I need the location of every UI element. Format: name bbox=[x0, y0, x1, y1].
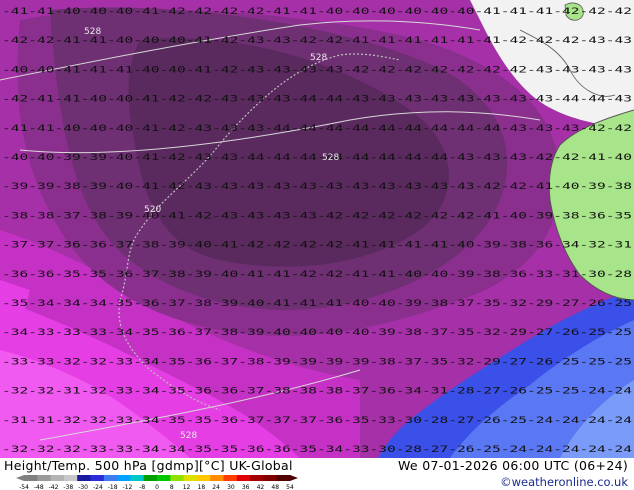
legend-swatch bbox=[143, 475, 158, 481]
temp-label-row: -31-31-32-32-33-34-35-35-36-37-37-37-36-… bbox=[2, 416, 632, 426]
legend-arrow-right bbox=[290, 475, 298, 481]
temp-label-row: -40-40-39-39-40-41-42-43-43-44-44-44-44-… bbox=[2, 153, 632, 163]
contour-height-label: 528 bbox=[322, 153, 339, 163]
legend-tick-label: 30 bbox=[227, 484, 235, 490]
legend-swatch bbox=[90, 475, 105, 481]
temp-label-row: -42-41-41-40-40-41-42-42-43-43-43-44-44-… bbox=[2, 95, 632, 105]
temp-label-row: -32-32-32-33-33-34-34-35-35-36-36-35-34-… bbox=[2, 445, 632, 455]
legend-swatch bbox=[236, 475, 251, 481]
legend-tick-label: 54 bbox=[286, 484, 294, 490]
legend-swatch bbox=[37, 475, 52, 481]
legend-tick-label: -42 bbox=[49, 484, 59, 490]
temp-label-row: -42-42-41-41-40-40-40-41-42-43-43-42-42-… bbox=[2, 36, 632, 46]
temp-label-row: -33-33-32-32-33-34-35-36-37-38-39-39-39-… bbox=[2, 357, 632, 367]
footer: Height/Temp. 500 hPa [gdmp][°C] UK-Globa… bbox=[0, 458, 634, 490]
temp-label-row: -39-39-38-39-40-41-42-43-43-43-43-43-43-… bbox=[2, 182, 632, 192]
legend-tick-label: -12 bbox=[123, 484, 133, 490]
legend-swatch bbox=[103, 475, 118, 481]
legend-swatch bbox=[77, 475, 91, 481]
valid-time: We 07-01-2026 06:00 UTC (06+24) bbox=[398, 458, 628, 473]
weather-map: -41-41-40-40-40-41-42-42-42-42-41-41-40-… bbox=[0, 0, 634, 458]
contour-height-label: 520 bbox=[144, 205, 161, 215]
legend-tick-label: 8 bbox=[170, 484, 174, 490]
legend-arrow-left bbox=[16, 475, 24, 481]
legend-swatch bbox=[24, 475, 38, 481]
color-scale-legend: -54 -48 -42 -38 -30 -24 -18 -12 -8 0 8 12 18 24 30 36 42… bbox=[16, 475, 298, 490]
legend-tick-label: -54 bbox=[19, 484, 29, 490]
legend-swatch bbox=[130, 475, 145, 481]
legend-tick-label: -30 bbox=[78, 484, 88, 490]
credit-link[interactable]: ©weatheronline.co.uk bbox=[500, 475, 628, 489]
legend-tick-label: 18 bbox=[198, 484, 206, 490]
legend-tick-label: -18 bbox=[108, 484, 118, 490]
legend-swatch bbox=[276, 475, 291, 481]
legend-swatch bbox=[210, 475, 224, 481]
legend-swatch bbox=[117, 475, 131, 481]
legend-tick-label: 48 bbox=[271, 484, 279, 490]
legend-tick-label: -48 bbox=[34, 484, 44, 490]
temp-label-row: -32-32-31-32-33-34-35-36-36-37-38-38-38-… bbox=[2, 387, 632, 397]
legend-tick-label: 24 bbox=[212, 484, 220, 490]
legend-tick-label: 12 bbox=[183, 484, 191, 490]
temp-label-row: -38-38-37-38-39-40-41-42-43-43-43-43-42-… bbox=[2, 211, 632, 221]
temp-label-row: -41-41-40-40-40-41-42-42-42-42-41-41-40-… bbox=[2, 7, 632, 17]
legend-tick-label: -38 bbox=[63, 484, 73, 490]
chart-page: { "header": { "title": "Height/Temp. 500… bbox=[0, 0, 634, 490]
map-title: Height/Temp. 500 hPa [gdmp][°C] UK-Globa… bbox=[4, 458, 293, 473]
legend-swatch bbox=[196, 475, 211, 481]
contour-height-label: 528 bbox=[84, 27, 101, 37]
legend-swatch bbox=[183, 475, 198, 481]
temp-label-row: -36-36-35-35-36-37-38-39-40-41-41-42-42-… bbox=[2, 270, 632, 280]
legend-swatch bbox=[250, 475, 264, 481]
legend-tick-label: 0 bbox=[155, 484, 159, 490]
contour-height-label: 528 bbox=[310, 53, 327, 63]
legend-swatch bbox=[223, 475, 238, 481]
legend-swatch bbox=[170, 475, 185, 481]
temp-label-row: -41-41-40-40-40-41-42-43-43-43-44-44-44-… bbox=[2, 124, 632, 134]
temp-label-row: -35-34-34-34-35-36-37-38-39-40-41-41-41-… bbox=[2, 299, 632, 309]
legend-swatch bbox=[63, 475, 78, 481]
legend-swatch bbox=[263, 475, 278, 481]
legend-swatch bbox=[157, 475, 171, 481]
contour-height-label: 528 bbox=[180, 431, 197, 441]
temp-label-row: -34-33-33-33-34-35-36-37-38-39-40-40-40-… bbox=[2, 328, 632, 338]
legend-tick-label: 36 bbox=[242, 484, 250, 490]
legend-tick-label: -24 bbox=[93, 484, 103, 490]
legend-tick-label: 42 bbox=[257, 484, 265, 490]
temp-label-row: -37-37-36-36-37-38-39-40-41-42-42-42-42-… bbox=[2, 241, 632, 251]
legend-tick-label: -8 bbox=[139, 484, 145, 490]
legend-swatch bbox=[50, 475, 65, 481]
temp-label-row: -40-40-41-41-41-40-40-41-42-43-43-43-43-… bbox=[2, 65, 632, 75]
